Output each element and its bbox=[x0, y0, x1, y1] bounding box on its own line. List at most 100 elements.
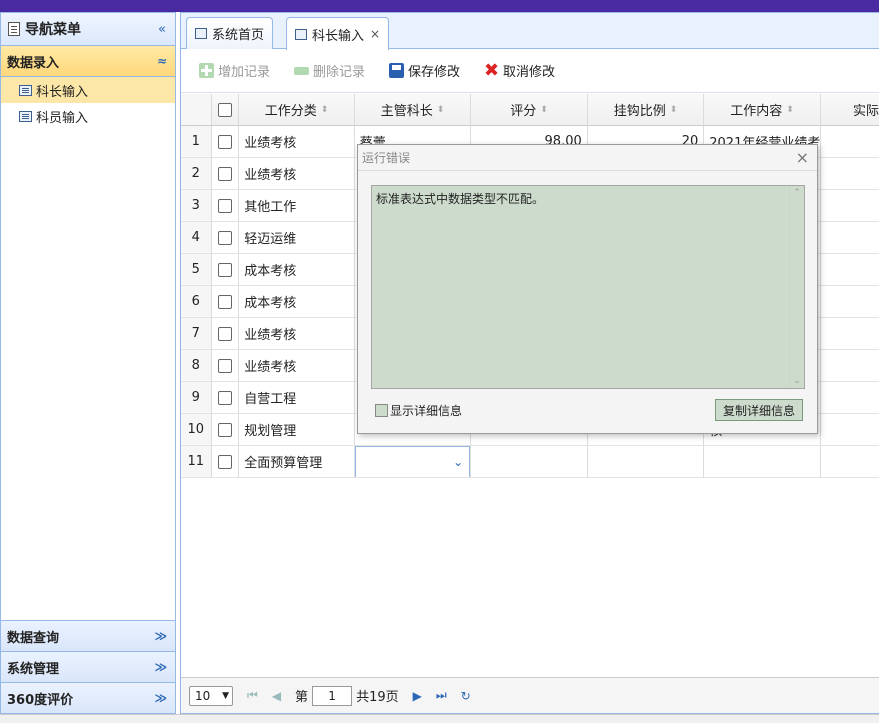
cell-category-text: 其他工作 bbox=[244, 200, 297, 215]
cell-category[interactable]: 规划管理 bbox=[239, 414, 355, 445]
row-checkbox[interactable] bbox=[217, 422, 232, 437]
cell-category[interactable]: 轻迈运维 bbox=[239, 222, 355, 253]
tab-label: 科长输入 bbox=[312, 28, 365, 44]
cell-category[interactable]: 自营工程 bbox=[239, 382, 355, 413]
cell-category[interactable]: 业绩考核 bbox=[239, 126, 355, 157]
save-changes-button[interactable]: 保存修改 bbox=[389, 61, 460, 80]
row-checkbox[interactable] bbox=[217, 326, 232, 341]
accordion-data-entry[interactable]: 数据录入 ≈ bbox=[1, 46, 175, 77]
row-number-text: 6 bbox=[191, 294, 200, 309]
copy-details-button[interactable]: 复制详细信息 bbox=[714, 399, 803, 421]
show-details-checkbox[interactable]: 显示详细信息 bbox=[375, 402, 462, 419]
sort-icon: ⬍ bbox=[320, 104, 329, 115]
cell-actual[interactable] bbox=[821, 414, 879, 445]
row-number: 1 bbox=[181, 126, 212, 157]
cell-actual[interactable] bbox=[821, 254, 879, 285]
cell-category[interactable]: 成本考核 bbox=[239, 286, 355, 317]
scrollbar[interactable]: ⌃ ⌄ bbox=[789, 186, 804, 388]
column-header-content[interactable]: 工作内容 ⬍ bbox=[704, 94, 821, 125]
button-label: 保存修改 bbox=[408, 65, 461, 80]
checkbox-label: 显示详细信息 bbox=[390, 404, 463, 418]
cell-category[interactable]: 全面预算管理 bbox=[239, 446, 355, 477]
scroll-up-icon[interactable]: ⌃ bbox=[793, 188, 801, 198]
column-header-category[interactable]: 工作分类 ⬍ bbox=[239, 94, 355, 125]
row-checkbox[interactable] bbox=[217, 358, 232, 373]
cell-category[interactable]: 成本考核 bbox=[239, 254, 355, 285]
page-size-select[interactable]: 10 ▼ bbox=[189, 685, 233, 706]
row-checkbox[interactable] bbox=[217, 166, 232, 181]
first-page-icon[interactable]: ⏮ bbox=[247, 688, 258, 703]
row-checkbox[interactable] bbox=[217, 454, 232, 469]
cell-category[interactable]: 业绩考核 bbox=[239, 350, 355, 381]
row-number-text: 3 bbox=[191, 198, 200, 213]
cell-category[interactable]: 业绩考核 bbox=[239, 158, 355, 189]
tab-home[interactable]: 系统首页 bbox=[186, 17, 274, 49]
cell-actual[interactable] bbox=[821, 190, 879, 221]
cell-actual[interactable] bbox=[821, 318, 879, 349]
prev-page-icon[interactable]: ◀ bbox=[272, 689, 281, 703]
cell-category[interactable]: 业绩考核 bbox=[239, 318, 355, 349]
window-top-bar bbox=[0, 0, 879, 12]
accordion-label: 360度评价 bbox=[7, 692, 74, 708]
cell-actual[interactable] bbox=[821, 286, 879, 317]
scroll-down-icon[interactable]: ⌄ bbox=[793, 376, 801, 386]
page-number-input[interactable]: 1 bbox=[312, 685, 353, 706]
next-page-icon[interactable]: ▶ bbox=[413, 689, 422, 703]
cell-score[interactable] bbox=[471, 446, 588, 477]
table-row[interactable]: 11 全面预算管理 ⌄ bbox=[181, 446, 879, 478]
cell-manager[interactable]: ⌄ bbox=[354, 446, 472, 477]
accordion-label: 系统管理 bbox=[7, 661, 60, 677]
chevron-down-icon: ▼ bbox=[222, 690, 229, 701]
close-icon[interactable]: × bbox=[370, 27, 380, 41]
accordion-360-evaluation[interactable]: 360度评价 ≫ bbox=[1, 682, 175, 713]
delete-record-button[interactable]: 删除记录 bbox=[294, 61, 365, 80]
manager-dropdown[interactable]: ⌄ bbox=[354, 446, 471, 477]
save-icon bbox=[389, 63, 405, 78]
page-label-prefix: 第 bbox=[295, 690, 309, 705]
error-message-area[interactable]: 标准表达式中数据类型不匹配。 ⌃ ⌄ bbox=[371, 185, 805, 389]
close-icon[interactable]: × bbox=[796, 148, 809, 167]
sidebar-collapse-icon[interactable]: « bbox=[158, 22, 166, 37]
column-header-score[interactable]: 评分 ⬍ bbox=[471, 94, 588, 125]
column-header-manager[interactable]: 主管科长 ⬍ bbox=[355, 94, 472, 125]
refresh-icon[interactable]: ↻ bbox=[461, 689, 471, 703]
cell-ratio[interactable] bbox=[588, 446, 705, 477]
accordion-system-management[interactable]: 系统管理 ≫ bbox=[1, 651, 175, 682]
accordion-data-query[interactable]: 数据查询 ≫ bbox=[1, 620, 175, 651]
cell-actual[interactable] bbox=[821, 446, 879, 477]
button-label: 取消修改 bbox=[503, 65, 556, 80]
tab-section-chief-input[interactable]: 科长输入 × bbox=[286, 17, 390, 50]
form-icon bbox=[19, 110, 32, 122]
row-number-text: 5 bbox=[191, 262, 200, 277]
column-header-ratio[interactable]: 挂钩比例 ⬍ bbox=[588, 94, 705, 125]
add-record-button[interactable]: 增加记录 bbox=[199, 61, 270, 80]
cell-category[interactable]: 其他工作 bbox=[239, 190, 355, 221]
sort-icon: ⬍ bbox=[786, 104, 794, 115]
row-checkbox[interactable] bbox=[217, 134, 232, 149]
cell-actual[interactable] bbox=[821, 382, 879, 413]
error-dialog: 运行错误 × 标准表达式中数据类型不匹配。 ⌃ ⌄ 显示详细信息 复制详细信息 bbox=[357, 144, 818, 434]
sidebar-item-section-chief-input[interactable]: 科长输入 bbox=[1, 77, 175, 103]
sidebar-item-label: 科长输入 bbox=[36, 84, 89, 100]
row-checkbox[interactable] bbox=[217, 390, 232, 405]
row-checkbox-cell bbox=[212, 446, 240, 477]
row-checkbox[interactable] bbox=[217, 262, 232, 277]
cell-actual[interactable] bbox=[821, 350, 879, 381]
row-checkbox[interactable] bbox=[217, 198, 232, 213]
last-page-icon[interactable]: ⏭ bbox=[436, 688, 447, 703]
row-number-text: 8 bbox=[191, 358, 200, 373]
cell-content[interactable] bbox=[704, 446, 821, 477]
cell-actual[interactable] bbox=[821, 158, 879, 189]
navigation-menu-icon bbox=[8, 22, 20, 36]
sidebar-item-staff-input[interactable]: 科员输入 bbox=[1, 103, 175, 129]
cell-actual[interactable] bbox=[821, 222, 879, 253]
select-all-checkbox[interactable] bbox=[217, 102, 232, 117]
row-checkbox[interactable] bbox=[217, 230, 232, 245]
column-header-actual[interactable]: 实际 bbox=[821, 94, 879, 125]
cell-actual[interactable] bbox=[821, 126, 879, 157]
page-size-value: 10 bbox=[195, 688, 211, 703]
row-checkbox[interactable] bbox=[217, 294, 232, 309]
column-label: 工作分类 bbox=[264, 104, 317, 119]
cancel-icon: ✖ bbox=[484, 60, 500, 81]
cancel-changes-button[interactable]: ✖ 取消修改 bbox=[484, 60, 556, 81]
